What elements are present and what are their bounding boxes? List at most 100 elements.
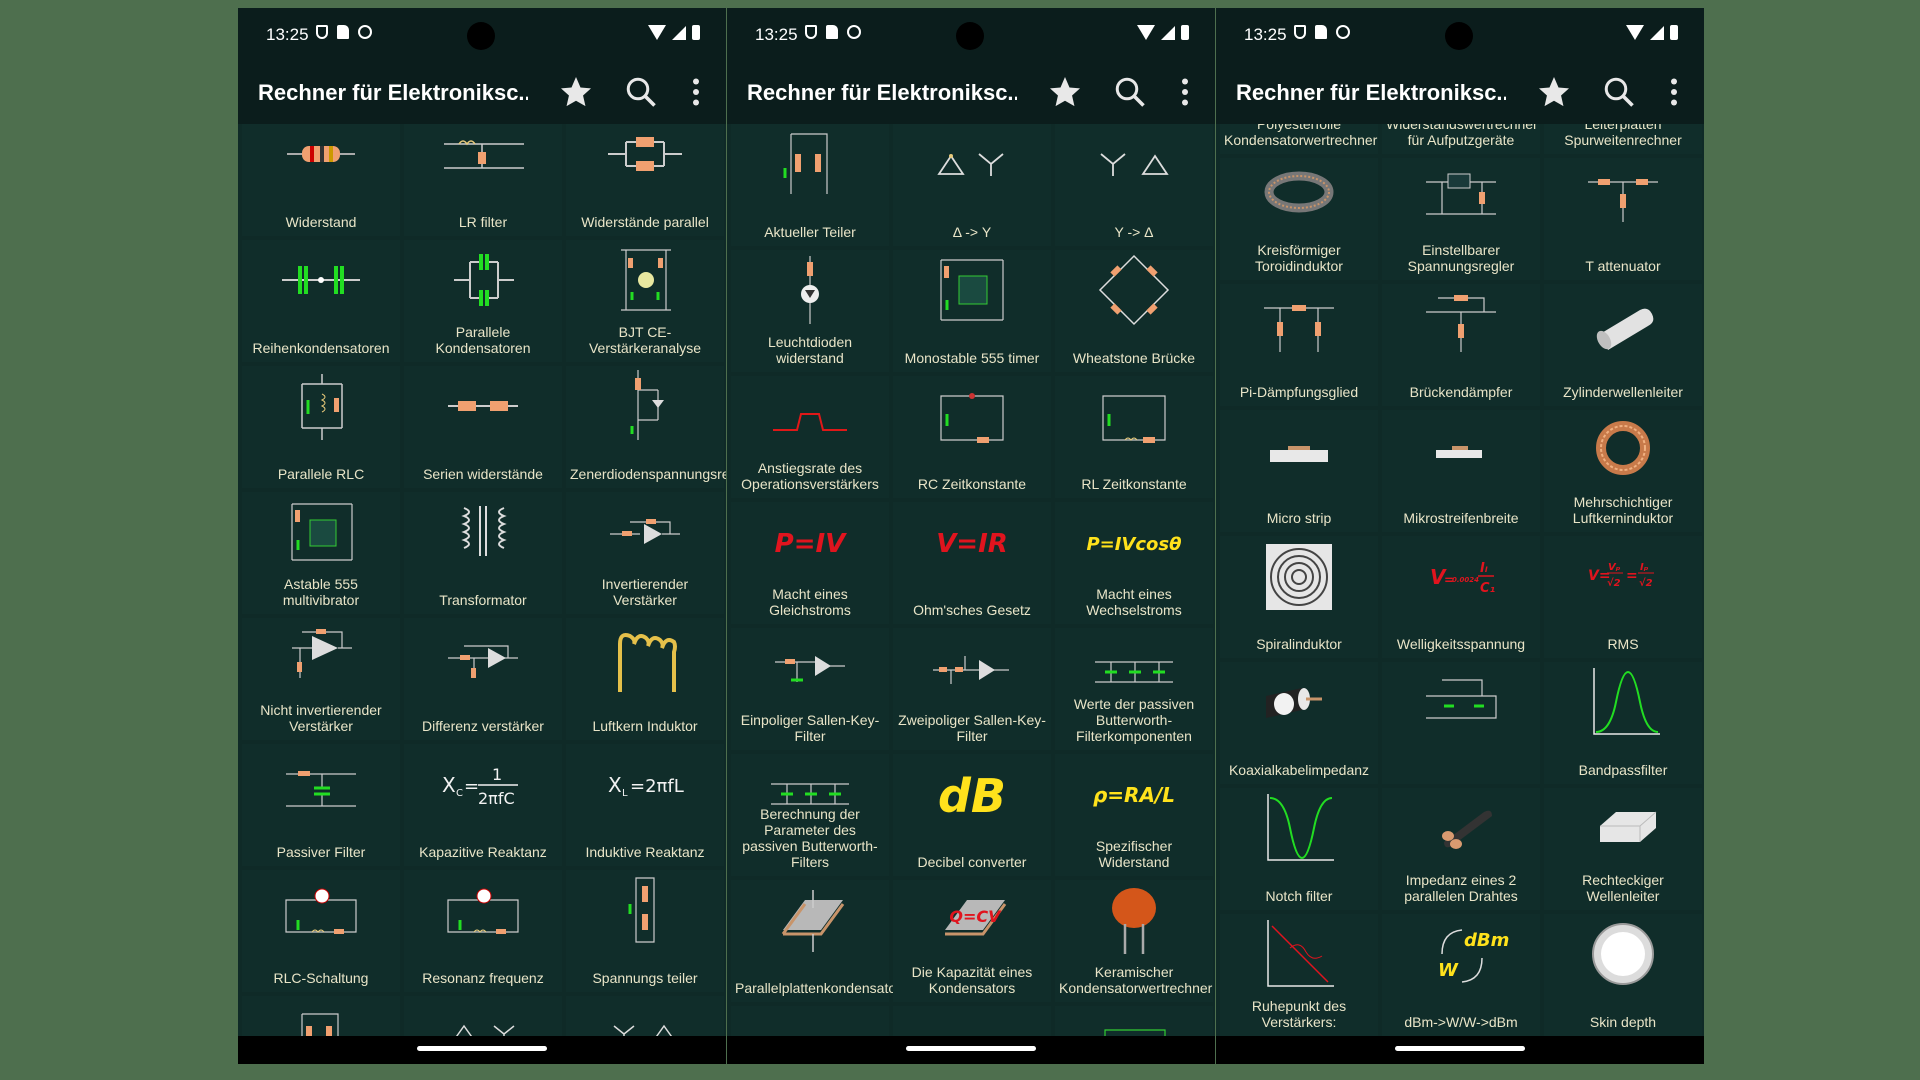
- tile-bandpassfilter[interactable]: Bandpassfilter: [1544, 662, 1702, 784]
- tile-label: Spannungs teiler: [592, 970, 698, 986]
- tile-differenz-verstaerker[interactable]: Differenz verstärker: [404, 618, 562, 740]
- tile-welligkeitsspannung[interactable]: V = 0.0024 Iₗ C₁ Welligkeitsspannung: [1382, 536, 1540, 658]
- tile-resonanz-frequenz[interactable]: Resonanz frequenz: [404, 870, 562, 992]
- tile-spannungs-teiler[interactable]: Spannungs teiler: [566, 870, 724, 992]
- tile-skin-depth[interactable]: Skin depth: [1544, 914, 1702, 1036]
- tile-anstiegsrate[interactable]: Anstiegsrate des Operationsverstärkers: [731, 376, 889, 498]
- favorite-star-icon[interactable]: [1047, 74, 1083, 110]
- tile-induktive-reaktanz[interactable]: X L =2πfL Induktive Reaktanz: [566, 744, 724, 866]
- svg-text:Iₗ: Iₗ: [1480, 561, 1488, 576]
- tile-brueckendaempfer[interactable]: Brückendämpfer: [1382, 284, 1540, 406]
- tile-spiralinduktor[interactable]: Spiralinduktor: [1220, 536, 1378, 658]
- tile-label: Werte der passiven Butterworth-Filterkom…: [1073, 696, 1195, 744]
- tile-dbm[interactable]: dBm W dBm->W/W->dBm: [1382, 914, 1540, 1036]
- favorite-star-icon[interactable]: [1536, 74, 1572, 110]
- formula-q-cv: Q=CV: [949, 907, 1002, 926]
- tile-monostable-555[interactable]: Monostable 555 timer: [893, 250, 1051, 372]
- tile-kapazitaet[interactable]: Q=CV Die Kapazität eines Kondensators: [893, 880, 1051, 1002]
- tile-ohmsches-gesetz[interactable]: V=IR Ohm'sches Gesetz: [893, 502, 1051, 624]
- tile-einpoliger-sallen-key[interactable]: Einpoliger Sallen-Key-Filter: [731, 628, 889, 750]
- tile-rms[interactable]: V= Vₚ √2 = Iₚ √2 RMS: [1544, 536, 1702, 658]
- tile-wheatstone[interactable]: Wheatstone Brücke: [1055, 250, 1213, 372]
- tile-delta-y[interactable]: Δ -> Y: [893, 124, 1051, 246]
- svg-text:L: L: [622, 788, 628, 799]
- tile-rc-zeitkonstante[interactable]: RC Zeitkonstante: [893, 376, 1051, 498]
- tile-rlc-schaltung[interactable]: RLC-Schaltung: [242, 870, 400, 992]
- tile-label: Brückendämpfer: [1409, 384, 1513, 400]
- sd-card-icon: [1315, 25, 1327, 39]
- tile-label: RC Zeitkonstante: [917, 476, 1027, 492]
- tile-astable-555[interactable]: Astable 555 multivibrator: [242, 492, 400, 614]
- search-icon[interactable]: [1601, 74, 1637, 110]
- more-options-icon[interactable]: [1167, 74, 1203, 110]
- tile-rl-zeitkonstante[interactable]: RL Zeitkonstante: [1055, 376, 1213, 498]
- tile-bjt[interactable]: BJT CE-Verstärkeranalyse: [566, 240, 724, 362]
- tile-spannungsregler[interactable]: Einstellbarer Spannungsregler: [1382, 158, 1540, 280]
- tile-micro-strip[interactable]: Micro strip: [1220, 410, 1378, 532]
- tile-decibel-converter[interactable]: dB Decibel converter: [893, 754, 1051, 876]
- tile-unbenannt[interactable]: [1382, 662, 1540, 784]
- tile-leuchtdioden[interactable]: Leuchtdioden widerstand: [731, 250, 889, 372]
- tile-aufputzgeraete[interactable]: Widerstandswertrechner für Aufputzgeräte: [1382, 124, 1540, 154]
- tile-serien-widerstaende[interactable]: Serien widerstände: [404, 366, 562, 488]
- tile-passiver-filter[interactable]: Passiver Filter: [242, 744, 400, 866]
- tile-gleichstrom[interactable]: P=IV Macht eines Gleichstroms: [731, 502, 889, 624]
- home-handle[interactable]: [417, 1046, 547, 1051]
- tile-widerstand[interactable]: Widerstand: [242, 124, 400, 236]
- home-handle[interactable]: [906, 1046, 1036, 1051]
- tile-rechteckiger-wellenleiter[interactable]: Rechteckiger Wellenleiter: [1544, 788, 1702, 910]
- tile-t-attenuator[interactable]: T attenuator: [1544, 158, 1702, 280]
- tile-luftkern-induktor[interactable]: Luftkern Induktor: [566, 618, 724, 740]
- search-icon[interactable]: [623, 74, 659, 110]
- tile-label: Spiralinduktor: [1256, 636, 1342, 652]
- tile-label: Invertierender Verstärker: [601, 576, 689, 608]
- search-icon[interactable]: [1112, 74, 1148, 110]
- tile-reihenkondensatoren[interactable]: Reihenkondensatoren: [242, 240, 400, 362]
- tile-nicht-invertierender[interactable]: Nicht invertierender Verstärker: [242, 618, 400, 740]
- home-handle[interactable]: [1395, 1046, 1525, 1051]
- tile-butterworth-komponenten[interactable]: Werte der passiven Butterworth-Filterkom…: [1055, 628, 1213, 750]
- tile-mikrostreifenbreite[interactable]: Mikrostreifenbreite: [1382, 410, 1540, 532]
- tile-leiterplatten[interactable]: Leiterplatten Spurweitenrechner: [1544, 124, 1702, 154]
- tile-parallele-rlc[interactable]: Parallele RLC: [242, 366, 400, 488]
- tile-keramischer-kondensator[interactable]: Keramischer Kondensatorwertrechner: [1055, 880, 1213, 1002]
- tile-pi-daempfung[interactable]: Pi-Dämpfungsglied: [1220, 284, 1378, 406]
- app-bar: Rechner für Elektroniksc...: [238, 60, 726, 124]
- tile-lr-filter[interactable]: LR filter: [404, 124, 562, 236]
- tile-toroidinduktor[interactable]: Kreisförmiger Toroidinduktor: [1220, 158, 1378, 280]
- tile-label: Astable 555 multivibrator: [282, 576, 360, 608]
- tile-label: Rechteckiger Wellenleiter: [1582, 872, 1664, 904]
- tile-zener[interactable]: Zenerdiodenspannungsregler: [566, 366, 726, 488]
- tile-zylinderwellenleiter[interactable]: Zylinderwellenleiter: [1544, 284, 1702, 406]
- tile-butterworth-parameter[interactable]: Berechnung der Parameter des passiven Bu…: [731, 754, 889, 876]
- favorite-star-icon[interactable]: [558, 74, 594, 110]
- tile-wechselstrom[interactable]: P=IVcosθ Macht eines Wechselstroms: [1055, 502, 1213, 624]
- series-capacitors-icon: [282, 266, 360, 294]
- tile-kapazitive-reaktanz[interactable]: X C = 1 2πfC Kapazitive Reaktanz: [404, 744, 562, 866]
- tile-aktueller-teiler[interactable]: Aktueller Teiler: [731, 124, 889, 246]
- zener-diode-icon: [630, 370, 664, 440]
- tile-koaxialkabel[interactable]: Koaxialkabelimpedanz: [1220, 662, 1378, 784]
- tile-spezifischer-widerstand[interactable]: ρ=RA/L Spezifischer Widerstand: [1055, 754, 1213, 876]
- tile-parallelplattenkondensator[interactable]: Parallelplattenkondensator: [731, 880, 901, 1002]
- tile-y-delta[interactable]: Y -> Δ: [1055, 124, 1213, 246]
- signal-icon: [1650, 26, 1664, 40]
- tile-notch-filter[interactable]: Notch filter: [1220, 788, 1378, 910]
- more-options-icon[interactable]: [678, 74, 714, 110]
- lr-filter-icon: [444, 140, 524, 169]
- more-options-icon[interactable]: [1656, 74, 1692, 110]
- tile-parallele-kondensatoren[interactable]: Parallele Kondensatoren: [404, 240, 562, 362]
- tile-widerstaende-parallel[interactable]: Widerstände parallel: [566, 124, 724, 236]
- tile-transformator[interactable]: Transformator: [404, 492, 562, 614]
- ohms-law-formula: V=IR: [936, 529, 1008, 559]
- tile-paralleldraht[interactable]: Impedanz eines 2 parallelen Drahtes: [1382, 788, 1540, 910]
- tile-label: Parallele RLC: [277, 466, 365, 482]
- delta-to-y-icon: [937, 153, 1004, 176]
- tile-polyesterfolie[interactable]: Polyesterfolie Kondensatorwertrechner: [1220, 124, 1378, 154]
- rl-circuit-icon: [1102, 395, 1166, 443]
- tile-luftkerninduktor[interactable]: Mehrschichtiger Luftkerninduktor: [1544, 410, 1702, 532]
- tile-ruhepunkt[interactable]: Ruhepunkt des Verstärkers:: [1220, 914, 1378, 1036]
- timer-555-icon: [291, 503, 353, 561]
- tile-zweipoliger-sallen-key[interactable]: Zweipoliger Sallen-Key-Filter: [893, 628, 1051, 750]
- tile-invertierender-verstaerker[interactable]: Invertierender Verstärker: [566, 492, 724, 614]
